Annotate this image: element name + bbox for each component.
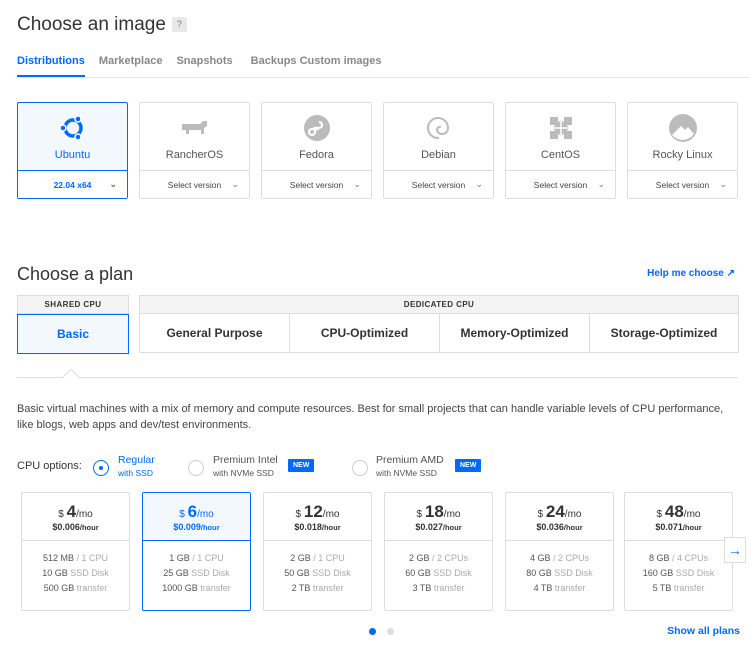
- tab-snapshots[interactable]: Snapshots: [176, 55, 232, 77]
- distro-name: Rocky Linux: [628, 149, 737, 161]
- ubuntu-icon: [58, 113, 88, 143]
- distro-name: Debian: [384, 149, 493, 161]
- chevron-down-icon: ⌄: [475, 179, 483, 190]
- plan-tab-memory-optimized[interactable]: Memory-Optimized: [439, 313, 590, 353]
- plan-tab-basic[interactable]: Basic: [17, 314, 129, 354]
- chevron-down-icon: ⌄: [719, 179, 727, 190]
- plan-tab-storage-optimized[interactable]: Storage-Optimized: [589, 313, 739, 353]
- tab-marketplace[interactable]: Marketplace: [99, 55, 163, 77]
- pager-dot-2[interactable]: [387, 628, 394, 635]
- radio-premium-intel[interactable]: [188, 460, 204, 476]
- plan-specs: 512 MB / 1 CPU 10 GB SSD Disk 500 GB tra…: [22, 541, 129, 596]
- cpu-option-premium-intel[interactable]: Premium Intelwith NVMe SSD: [213, 454, 278, 480]
- chevron-down-icon: ⌄: [109, 179, 117, 190]
- distro-name: RancherOS: [140, 149, 249, 161]
- version-select[interactable]: Select version ⌄: [628, 170, 737, 198]
- tab-distributions[interactable]: Distributions: [17, 55, 85, 77]
- monthly-price: $ 18/mo: [385, 502, 492, 522]
- version-value: Select version: [412, 180, 465, 190]
- version-select[interactable]: 22.04 x64 ⌄: [18, 170, 127, 198]
- plan-card[interactable]: $ 4/mo $0.006/hour 512 MB / 1 CPU 10 GB …: [21, 492, 130, 611]
- plan-section-title: Choose a plan: [17, 264, 133, 285]
- fedora-icon: [302, 113, 332, 143]
- version-select[interactable]: Select version ⌄: [506, 170, 615, 198]
- distro-name: CentOS: [506, 149, 615, 161]
- next-plans-button[interactable]: →: [724, 537, 746, 563]
- monthly-price: $ 12/mo: [264, 502, 371, 522]
- distro-name: Fedora: [262, 149, 371, 161]
- plan-description: Basic virtual machines with a mix of mem…: [17, 401, 742, 433]
- tab-pointer: [63, 369, 80, 386]
- hourly-price: $0.018/hour: [264, 522, 371, 532]
- monthly-price: $ 24/mo: [506, 502, 613, 522]
- plan-card[interactable]: $ 24/mo $0.036/hour 4 GB / 2 CPUs 80 GB …: [505, 492, 614, 611]
- external-link-icon: ↗: [727, 268, 735, 279]
- new-badge: NEW: [455, 459, 481, 472]
- monthly-price: $ 48/mo: [625, 502, 732, 522]
- plan-card[interactable]: $ 18/mo $0.027/hour 2 GB / 2 CPUs 60 GB …: [384, 492, 493, 611]
- dedicated-cpu-header: DEDICATED CPU: [139, 295, 739, 314]
- plan-specs: 8 GB / 4 CPUs 160 GB SSD Disk 5 TB trans…: [625, 541, 732, 596]
- tab-backups-custom-images[interactable]: Backups Custom images: [251, 55, 382, 77]
- plan-specs: 1 GB / 1 CPU 25 GB SSD Disk 1000 GB tran…: [143, 541, 250, 596]
- hourly-price: $0.009/hour: [143, 522, 250, 532]
- plan-specs: 2 GB / 1 CPU 50 GB SSD Disk 2 TB transfe…: [264, 541, 371, 596]
- plan-card[interactable]: $ 12/mo $0.018/hour 2 GB / 1 CPU 50 GB S…: [263, 492, 372, 611]
- version-select[interactable]: Select version ⌄: [262, 170, 371, 198]
- pager-dot-1[interactable]: [369, 628, 376, 635]
- version-value: Select version: [534, 180, 587, 190]
- show-all-plans-link[interactable]: Show all plans: [667, 625, 740, 637]
- image-card-fedora[interactable]: Fedora Select version ⌄: [261, 102, 372, 199]
- help-me-choose-link[interactable]: Help me choose ↗: [647, 268, 735, 279]
- version-value: Select version: [290, 180, 343, 190]
- cpu-option-regular[interactable]: Regularwith SSD: [118, 454, 155, 480]
- hourly-price: $0.036/hour: [506, 522, 613, 532]
- debian-icon: [424, 113, 454, 143]
- version-value: Select version: [656, 180, 709, 190]
- version-value: Select version: [168, 180, 221, 190]
- rancher-icon: [180, 113, 210, 143]
- hourly-price: $0.006/hour: [22, 522, 129, 532]
- version-select[interactable]: Select version ⌄: [384, 170, 493, 198]
- version-select[interactable]: Select version ⌄: [140, 170, 249, 198]
- chevron-down-icon: ⌄: [231, 179, 239, 190]
- shared-cpu-header: SHARED CPU: [17, 295, 129, 314]
- image-card-rancheros[interactable]: RancherOS Select version ⌄: [139, 102, 250, 199]
- new-badge: NEW: [288, 459, 314, 472]
- help-badge[interactable]: ?: [172, 17, 187, 32]
- plan-specs: 4 GB / 2 CPUs 80 GB SSD Disk 4 TB transf…: [506, 541, 613, 596]
- plan-specs: 2 GB / 2 CPUs 60 GB SSD Disk 3 TB transf…: [385, 541, 492, 596]
- image-card-ubuntu[interactable]: Ubuntu 22.04 x64 ⌄: [17, 102, 128, 199]
- image-card-centos[interactable]: CentOS Select version ⌄: [505, 102, 616, 199]
- image-card-rocky-linux[interactable]: Rocky Linux Select version ⌄: [627, 102, 738, 199]
- distro-name: Ubuntu: [18, 149, 127, 161]
- cpu-options-label: CPU options:: [17, 460, 82, 472]
- plan-card[interactable]: $ 6/mo $0.009/hour 1 GB / 1 CPU 25 GB SS…: [142, 492, 251, 611]
- rocky-linux-icon: [668, 113, 698, 143]
- hourly-price: $0.071/hour: [625, 522, 732, 532]
- image-card-debian[interactable]: Debian Select version ⌄: [383, 102, 494, 199]
- plan-tab-general-purpose[interactable]: General Purpose: [139, 313, 290, 353]
- monthly-price: $ 6/mo: [143, 502, 250, 522]
- radio-regular[interactable]: [93, 460, 109, 476]
- image-tabs: Distributions Marketplace Snapshots Back…: [17, 55, 750, 78]
- plan-card[interactable]: $ 48/mo $0.071/hour 8 GB / 4 CPUs 160 GB…: [624, 492, 733, 611]
- version-value: 22.04 x64: [54, 180, 92, 190]
- image-section-title: Choose an image?: [17, 14, 187, 36]
- cpu-option-premium-amd[interactable]: Premium AMDwith NVMe SSD: [376, 454, 444, 480]
- divider: [17, 377, 738, 378]
- chevron-down-icon: ⌄: [597, 179, 605, 190]
- hourly-price: $0.027/hour: [385, 522, 492, 532]
- centos-icon: [546, 113, 576, 143]
- chevron-down-icon: ⌄: [353, 179, 361, 190]
- plan-tab-cpu-optimized[interactable]: CPU-Optimized: [289, 313, 440, 353]
- monthly-price: $ 4/mo: [22, 502, 129, 522]
- radio-premium-amd[interactable]: [352, 460, 368, 476]
